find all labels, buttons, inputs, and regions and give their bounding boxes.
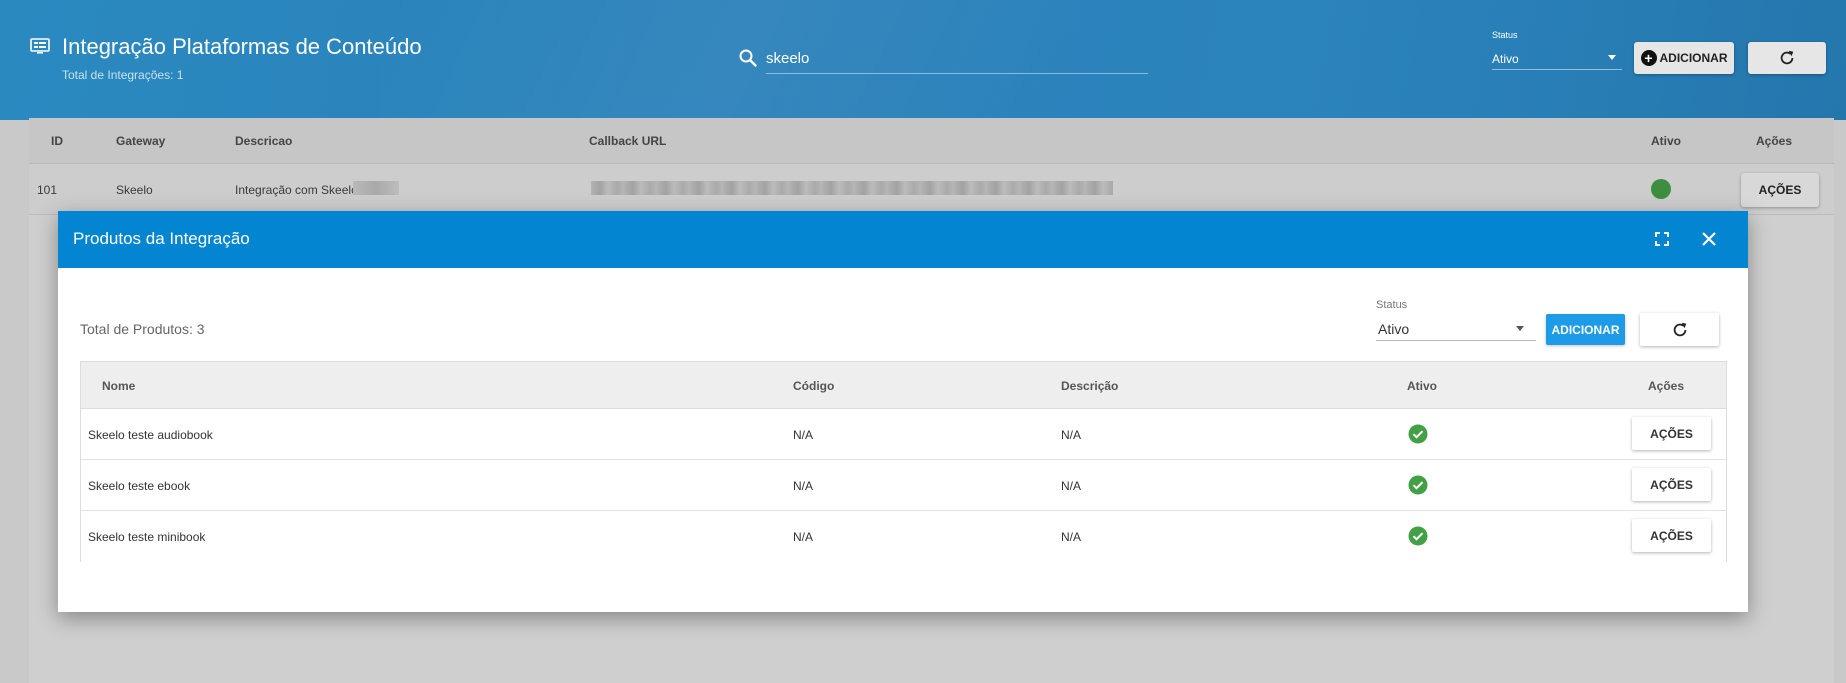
col-id: ID: [51, 134, 63, 148]
integration-id: 101: [37, 183, 58, 197]
col-descricao: Descricao: [235, 134, 293, 148]
col-ativo: Ativo: [1407, 379, 1437, 393]
check-circle-icon: [1408, 424, 1428, 444]
product-description: N/A: [1061, 428, 1082, 442]
product-name: Skeelo teste ebook: [88, 479, 191, 493]
integration-actions-button[interactable]: AÇÕES: [1741, 173, 1819, 207]
chevron-down-icon: [1516, 326, 1524, 331]
col-acoes: Ações: [1648, 379, 1685, 393]
product-description: N/A: [1061, 530, 1082, 544]
product-description: N/A: [1061, 479, 1082, 493]
monitor-list-icon: [30, 38, 50, 54]
check-circle-icon: [1651, 179, 1671, 199]
col-callback-url: Callback URL: [589, 134, 667, 148]
search-input[interactable]: [766, 44, 1148, 74]
close-icon[interactable]: [1699, 229, 1719, 249]
status-value: Ativo: [1492, 52, 1519, 66]
table-row[interactable]: Skeelo teste ebook N/A N/A AÇÕES: [81, 460, 1726, 511]
col-codigo: Código: [793, 379, 835, 393]
product-actions-button[interactable]: AÇÕES: [1632, 519, 1711, 552]
col-gateway: Gateway: [116, 134, 166, 148]
col-nome: Nome: [102, 379, 136, 393]
total-products: Total de Produtos: 3: [80, 321, 205, 337]
product-status-label: Status: [1376, 299, 1408, 311]
page-subtitle: Total de Integrações: 1: [62, 68, 184, 82]
integration-descricao: Integração com Skeelo: [235, 183, 358, 197]
add-integration-label: ADICIONAR: [1659, 51, 1728, 65]
check-circle-icon: [1408, 475, 1428, 495]
refresh-integrations-button[interactable]: [1748, 42, 1826, 74]
refresh-icon: [1780, 50, 1794, 65]
product-actions-button[interactable]: AÇÕES: [1632, 417, 1711, 450]
product-status-value: Ativo: [1378, 321, 1410, 337]
dialog-title-bar: Produtos da Integração: [58, 211, 1748, 268]
check-circle-icon: [1408, 526, 1428, 546]
app-header: Integração Plataformas de Conteúdo Total…: [0, 0, 1846, 120]
redacted-text: [353, 181, 399, 195]
refresh-products-button[interactable]: [1640, 313, 1719, 346]
add-integration-button[interactable]: + ADICIONAR: [1634, 42, 1734, 74]
status-underline: [1492, 69, 1622, 70]
product-status-underline: [1376, 340, 1536, 341]
table-row[interactable]: Skeelo teste audiobook N/A N/A AÇÕES: [81, 409, 1726, 460]
product-name: Skeelo teste audiobook: [88, 428, 213, 442]
plus-circle-icon: +: [1640, 50, 1657, 66]
refresh-icon: [1673, 322, 1686, 336]
integrations-table-header: ID Gateway Descricao Callback URL Ativo …: [29, 118, 1834, 164]
dialog-title: Produtos da Integração: [73, 229, 250, 248]
redacted-callback-url: [591, 181, 1113, 195]
search-icon: [739, 49, 757, 67]
col-descricao: Descrição: [1061, 379, 1119, 393]
chevron-down-icon: [1608, 55, 1616, 60]
table-row[interactable]: Skeelo teste minibook N/A N/A AÇÕES: [81, 511, 1726, 562]
product-actions-button[interactable]: AÇÕES: [1632, 468, 1711, 501]
search-box: [738, 44, 1148, 76]
col-ativo: Ativo: [1651, 134, 1681, 148]
product-status-select[interactable]: Status Ativo: [1376, 299, 1536, 341]
page-title: Integração Plataformas de Conteúdo: [62, 34, 422, 59]
product-code: N/A: [793, 479, 814, 493]
product-code: N/A: [793, 530, 814, 544]
product-code: N/A: [793, 428, 814, 442]
products-dialog: Produtos da Integração Total de Produtos…: [58, 211, 1748, 612]
integration-gateway: Skeelo: [116, 183, 153, 197]
products-table: Nome Código Descrição Ativo Ações Skeelo…: [80, 361, 1727, 562]
table-row[interactable]: 101 Skeelo Integração com Skeelo AÇÕES: [29, 165, 1834, 215]
status-label: Status: [1492, 30, 1518, 40]
status-select[interactable]: Status Ativo: [1492, 30, 1622, 70]
product-name: Skeelo teste minibook: [88, 530, 206, 544]
col-acoes: Ações: [1756, 134, 1793, 148]
add-product-button[interactable]: ADICIONAR: [1546, 314, 1625, 345]
fullscreen-icon[interactable]: [1652, 229, 1672, 249]
products-table-header: Nome Código Descrição Ativo Ações: [81, 362, 1726, 409]
